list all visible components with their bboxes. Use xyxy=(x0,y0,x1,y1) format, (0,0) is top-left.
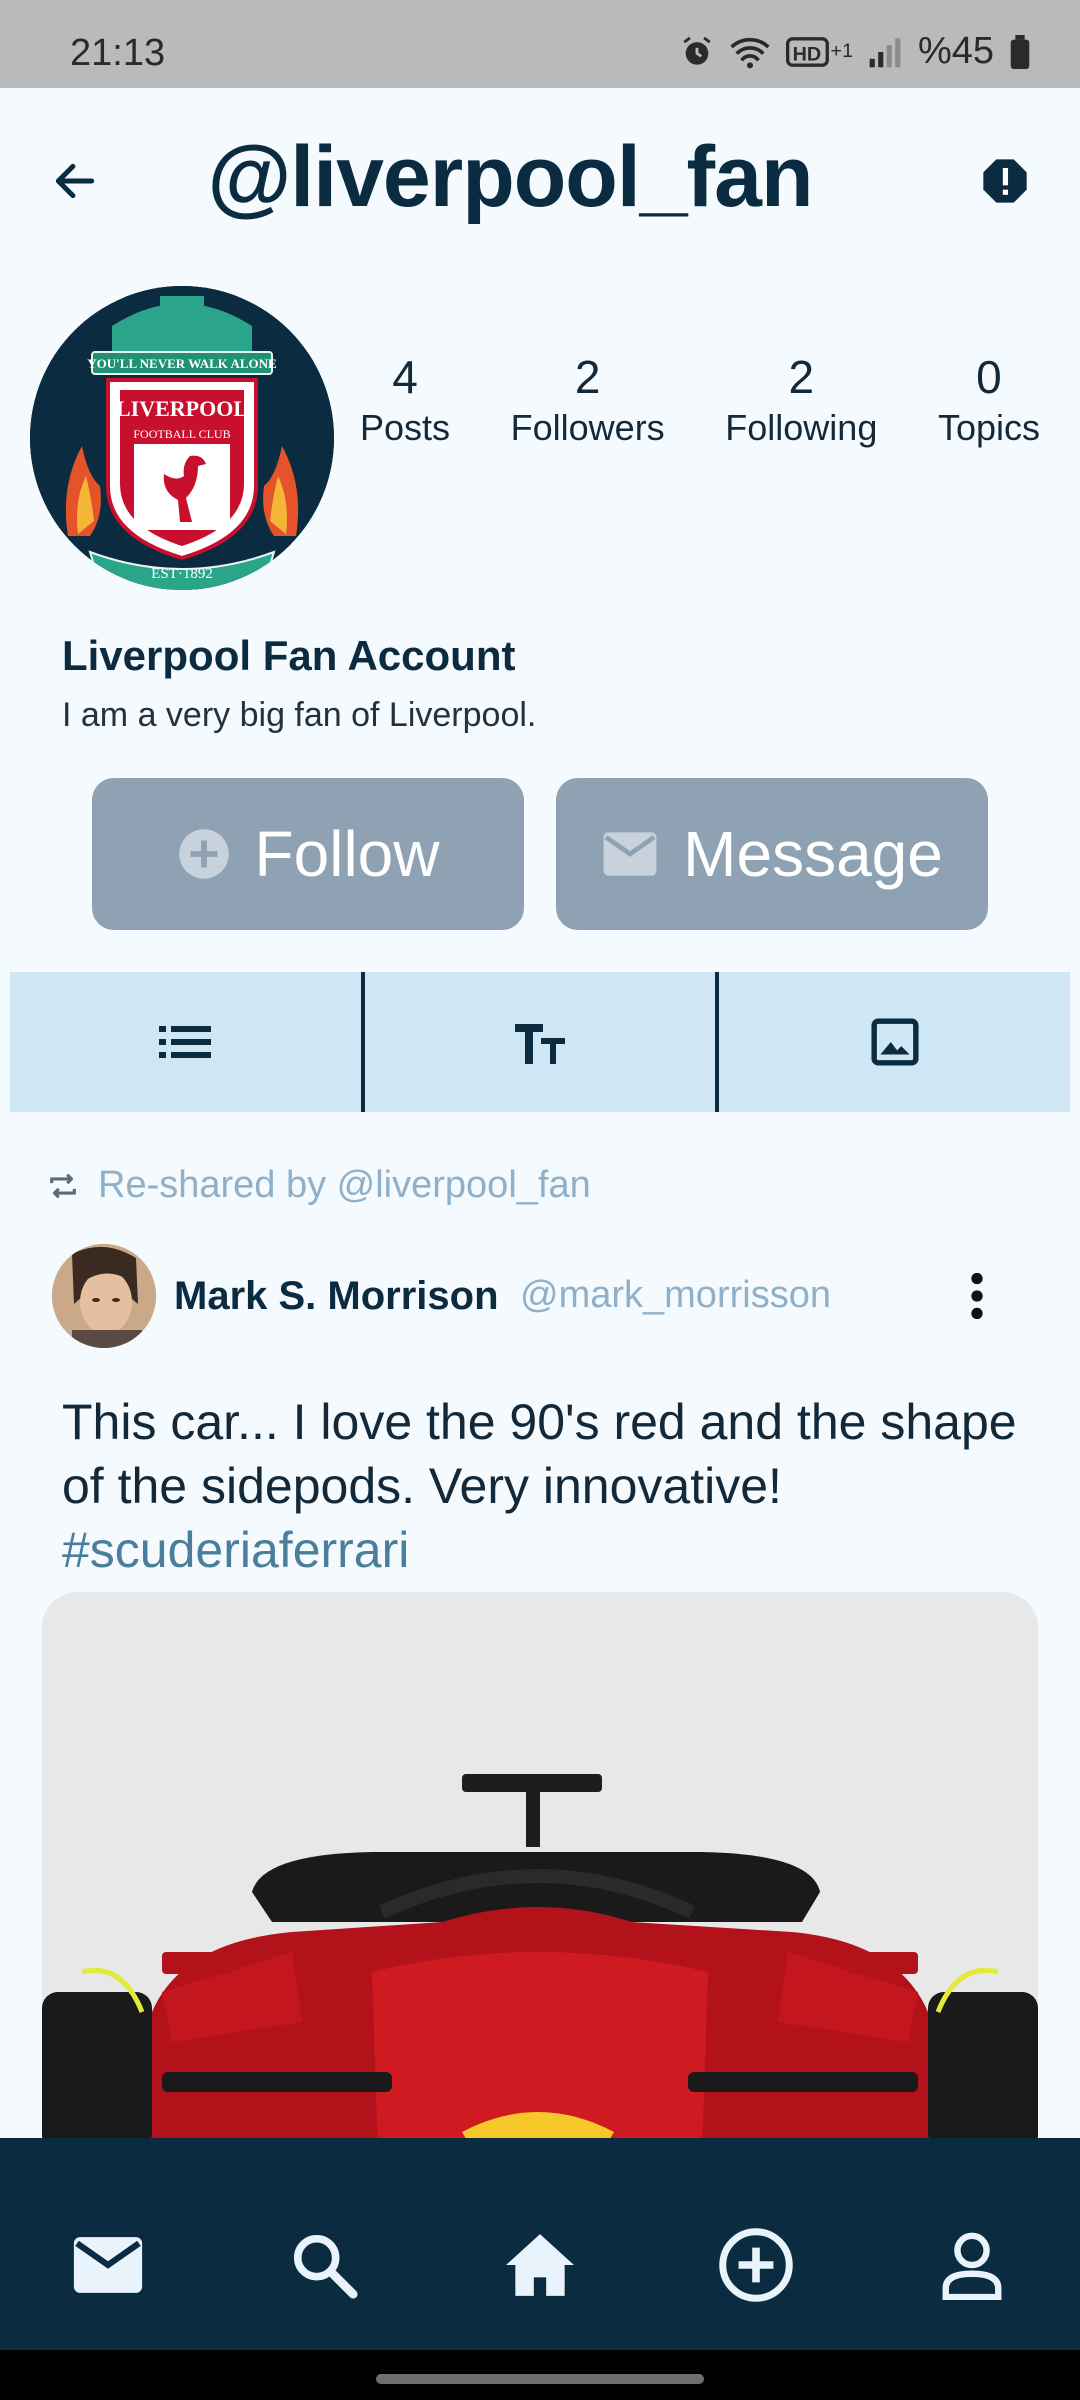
wifi-icon xyxy=(730,37,770,68)
text-format-icon xyxy=(515,1024,565,1064)
avatar[interactable]: YOU'LL NEVER WALK ALONE LIVERPOOL FOOTBA… xyxy=(30,286,334,590)
profile-header: @liverpool_fan xyxy=(0,88,1080,278)
post-text: This car... I love the 90's red and the … xyxy=(62,1394,1017,1514)
stat-value: 2 xyxy=(574,351,601,403)
crest-established: EST·1892 xyxy=(151,566,213,582)
content-tabs xyxy=(10,972,1070,1112)
status-icons: HD +1 %45 xyxy=(680,30,1030,73)
stat-posts[interactable]: 4 Posts xyxy=(360,350,450,450)
crest-club: FOOTBALL CLUB xyxy=(133,427,230,441)
stat-followers[interactable]: 2 Followers xyxy=(511,350,665,450)
arrow-back-icon xyxy=(55,163,95,199)
more-vertical-icon xyxy=(971,1272,983,1320)
display-name: Liverpool Fan Account xyxy=(62,632,516,679)
nav-profile[interactable] xyxy=(922,2215,1022,2315)
person-photo-icon xyxy=(52,1244,156,1348)
add-circle-icon xyxy=(178,829,229,879)
stat-value: 2 xyxy=(788,351,815,403)
home-icon xyxy=(506,2234,574,2296)
nav-home[interactable] xyxy=(490,2215,590,2315)
stat-label: Topics xyxy=(937,407,1040,448)
image-icon xyxy=(871,1018,919,1066)
add-circle-icon xyxy=(719,2228,793,2302)
profile-bio: I am a very big fan of Liverpool. xyxy=(62,696,537,734)
report-icon xyxy=(983,159,1027,203)
profile-icon xyxy=(942,2232,1002,2300)
tab-all-posts[interactable] xyxy=(10,972,361,1112)
signal-icon xyxy=(869,37,901,67)
hashtag-link[interactable]: #scuderiaferrari xyxy=(62,1518,1022,1582)
post-header: Mark S. Morrison @mark_morrisson xyxy=(52,1244,1052,1348)
profile-stats: 4 Posts 2 Followers 2 Following 0 Topics xyxy=(360,350,1040,450)
liverpool-crest-icon: YOU'LL NEVER WALK ALONE LIVERPOOL FOOTBA… xyxy=(30,286,334,590)
search-icon xyxy=(293,2234,358,2299)
svg-text:+1: +1 xyxy=(830,39,851,61)
back-button[interactable] xyxy=(40,146,110,216)
follow-button[interactable]: Follow xyxy=(92,778,524,930)
status-time: 21:13 xyxy=(70,32,166,74)
nav-create-post[interactable] xyxy=(706,2215,806,2315)
message-label: Message xyxy=(683,818,943,890)
alarm-icon xyxy=(683,36,711,65)
stat-label: Posts xyxy=(360,407,451,448)
author-name[interactable]: Mark S. Morrison xyxy=(174,1274,499,1319)
message-button[interactable]: Message xyxy=(556,778,988,930)
post-options-button[interactable] xyxy=(952,1266,1002,1326)
crest-motto: YOU'LL NEVER WALK ALONE xyxy=(87,356,276,371)
author-handle[interactable]: @mark_morrisson xyxy=(520,1274,831,1317)
repost-icon xyxy=(50,1173,76,1198)
hd-voice-icon: HD +1 xyxy=(785,36,852,67)
status-bar: 21:13 HD +1 %45 xyxy=(0,0,1080,88)
post-image[interactable] xyxy=(42,1592,1038,2152)
follow-label: Follow xyxy=(254,818,440,890)
tab-image-posts[interactable] xyxy=(715,972,1070,1112)
page-title: @liverpool_fan xyxy=(207,129,813,225)
stat-topics[interactable]: 0 Topics xyxy=(938,350,1040,450)
bottom-nav-items xyxy=(0,2210,1080,2320)
nav-search[interactable] xyxy=(274,2215,374,2315)
list-icon xyxy=(159,1026,212,1058)
crest-name: LIVERPOOL xyxy=(116,396,248,421)
battery-text: %45 xyxy=(917,30,994,72)
reshare-text[interactable]: Re-shared by @liverpool_fan xyxy=(98,1164,591,1207)
mail-icon xyxy=(73,2237,143,2293)
tab-text-posts[interactable] xyxy=(360,972,716,1112)
stat-label: Following xyxy=(725,407,878,448)
svg-text:HD: HD xyxy=(793,43,822,65)
home-indicator[interactable] xyxy=(376,2374,704,2384)
stat-value: 4 xyxy=(392,351,418,403)
battery-icon xyxy=(1010,34,1030,69)
reshare-indicator: Re-shared by @liverpool_fan xyxy=(46,1164,591,1207)
nav-messages[interactable] xyxy=(58,2215,158,2315)
stat-following[interactable]: 2 Following xyxy=(725,350,877,450)
formula-one-car-image xyxy=(42,1592,1038,2152)
post-body: This car... I love the 90's red and the … xyxy=(62,1390,1022,1582)
author-avatar[interactable] xyxy=(52,1244,156,1348)
report-button[interactable] xyxy=(970,146,1040,216)
stat-label: Followers xyxy=(510,407,665,448)
mail-icon xyxy=(603,832,657,876)
stat-value: 0 xyxy=(976,351,1002,403)
